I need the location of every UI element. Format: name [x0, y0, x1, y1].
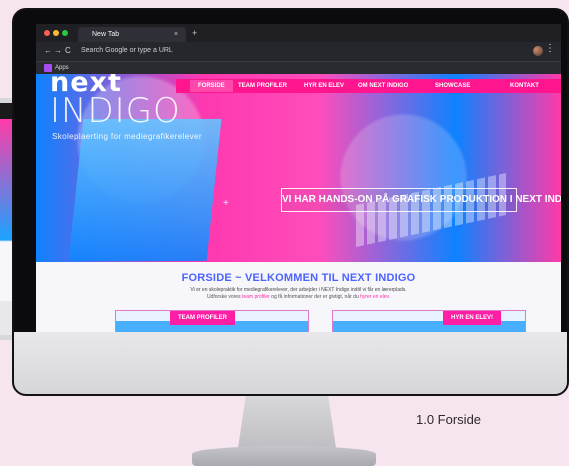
hyr-en-elev-card: HYR EN ELEV! [332, 310, 526, 334]
imac-monitor: New Tab × + ← → C Search Google or type … [12, 8, 569, 396]
browser-addressbar: ← → C Search Google or type a URL ⋮ [36, 42, 561, 62]
menu-icon[interactable]: ⋮ [545, 44, 555, 54]
hyr-en-elev-button[interactable]: HYR EN ELEV! [443, 311, 502, 325]
tab-title: New Tab [92, 31, 120, 38]
team-profiler-link[interactable]: team profiler [242, 294, 270, 300]
monitor-stand-base [192, 446, 376, 466]
welcome-description: Vi er en skolepraktik for mediegrafikere… [190, 287, 407, 293]
profile-avatar-icon[interactable] [533, 46, 543, 56]
reload-icon[interactable]: C [65, 46, 71, 56]
bookmarks-bar: Apps [36, 62, 561, 74]
nav-team-profiler[interactable]: TEAM PROFILER [238, 80, 287, 92]
apps-label[interactable]: Apps [55, 63, 69, 73]
nav-showcase[interactable]: SHOWCASE [435, 80, 470, 92]
logo-indigo: INDIGO [50, 91, 181, 131]
monitor-chin [14, 332, 567, 394]
nav-om-next-indigo[interactable]: OM NEXT INDIGO [358, 80, 408, 92]
hyr-en-elev-link[interactable]: hyrer en elev. [360, 294, 390, 300]
monitor-screen: New Tab × + ← → C Search Google or type … [36, 24, 561, 334]
close-dot-icon[interactable] [44, 30, 50, 36]
forward-icon[interactable]: → [54, 46, 62, 56]
maximize-dot-icon[interactable] [62, 30, 68, 36]
minimize-dot-icon[interactable] [53, 30, 59, 36]
website-viewport: next INDIGO Skoleplaerting for mediegraf… [36, 74, 561, 334]
team-profiler-card: TEAM PROFILER [115, 310, 309, 334]
hero-marker-icon: + [223, 198, 229, 209]
apple-logo-icon [278, 348, 302, 376]
nav-forside[interactable]: FORSIDE [190, 80, 233, 92]
welcome-title: FORSIDE ~ VELKOMMEN TIL NEXT INDIGO [181, 272, 416, 284]
mockup-caption: 1.0 Forside [416, 412, 482, 427]
new-tab-icon[interactable]: + [192, 27, 197, 39]
site-navigation: FORSIDE TEAM PROFILER HYR EN ELEV OM NEX… [176, 79, 561, 93]
welcome-section: FORSIDE ~ VELKOMMEN TIL NEXT INDIGO Vi e… [36, 262, 561, 334]
browser-tab[interactable]: New Tab × [78, 27, 186, 42]
welcome-hint: Udforske vores team profiler og få infor… [36, 294, 561, 300]
nav-hyr-en-elev[interactable]: HYR EN ELEV [304, 80, 344, 92]
monitor-stand-neck [238, 396, 336, 448]
logo-subtitle: Skoleplaerting for mediegrafikerelever [52, 132, 202, 141]
hero-cta-button[interactable]: VI HAR HANDS-ON PÅ GRAFISK PRODUKTION I … [281, 188, 561, 212]
welcome-hint-prefix: Udforske vores [206, 294, 241, 300]
welcome-hint-middle: og få informationer der er givtigt, når … [271, 294, 359, 300]
nav-kontakt[interactable]: KONTAKT [510, 80, 539, 92]
hero-banner: next INDIGO Skoleplaerting for mediegraf… [36, 74, 561, 262]
team-profiler-button[interactable]: TEAM PROFILER [170, 311, 235, 325]
address-input[interactable]: Search Google or type a URL [81, 46, 173, 56]
browser-tabbar: New Tab × + [36, 24, 561, 42]
back-icon[interactable]: ← [44, 46, 52, 56]
presentation-scene: New Tab × + ← → C Search Google or type … [0, 0, 569, 466]
apps-grid-icon[interactable] [44, 64, 52, 72]
tab-close-icon[interactable]: × [174, 27, 178, 42]
